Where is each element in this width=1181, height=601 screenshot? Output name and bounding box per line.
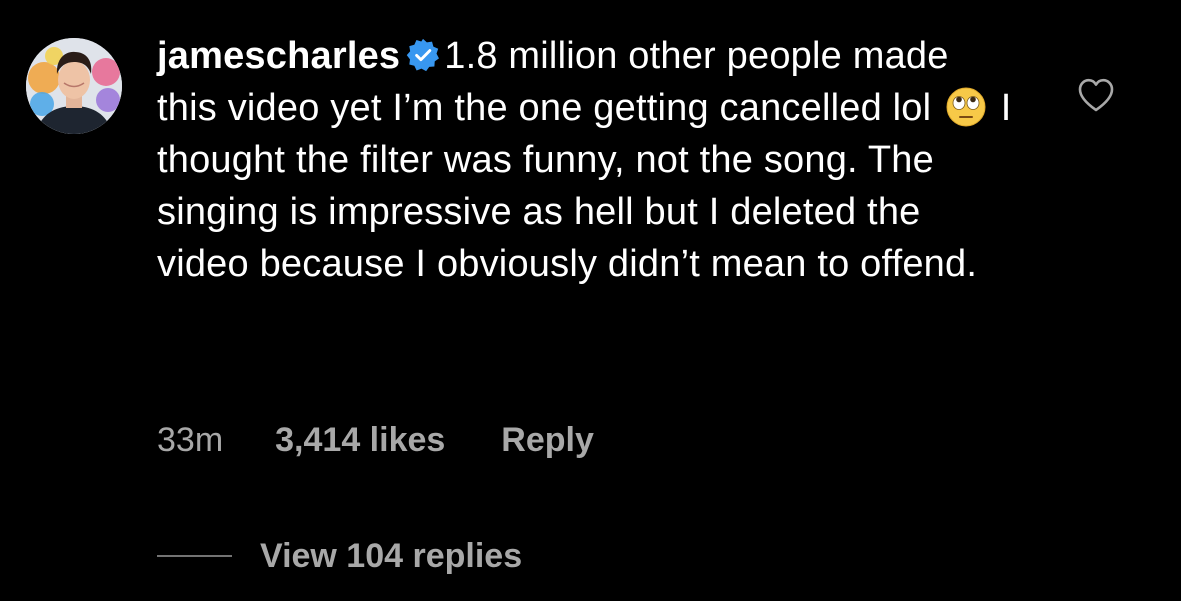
avatar-image [26, 38, 122, 134]
user-avatar[interactable] [26, 38, 122, 134]
username-link[interactable]: jamescharles [157, 35, 400, 77]
verified-badge-icon [407, 38, 440, 72]
comment: jamescharles 1.8 million other people ma… [0, 0, 1181, 601]
reply-button[interactable]: Reply [501, 418, 594, 462]
comment-text: jamescharles 1.8 million other people ma… [157, 30, 1017, 290]
heart-outline-icon[interactable] [1077, 77, 1115, 113]
timestamp: 33m [157, 421, 224, 459]
comment-meta: 33m 3,414 likes Reply [157, 418, 594, 462]
likes-count-link[interactable]: 3,414 likes [275, 418, 445, 462]
face-with-rolling-eyes-icon [946, 87, 986, 127]
replies-divider [157, 555, 232, 557]
view-replies-button[interactable]: View 104 replies [260, 534, 522, 578]
view-replies-row[interactable]: View 104 replies [157, 534, 522, 578]
